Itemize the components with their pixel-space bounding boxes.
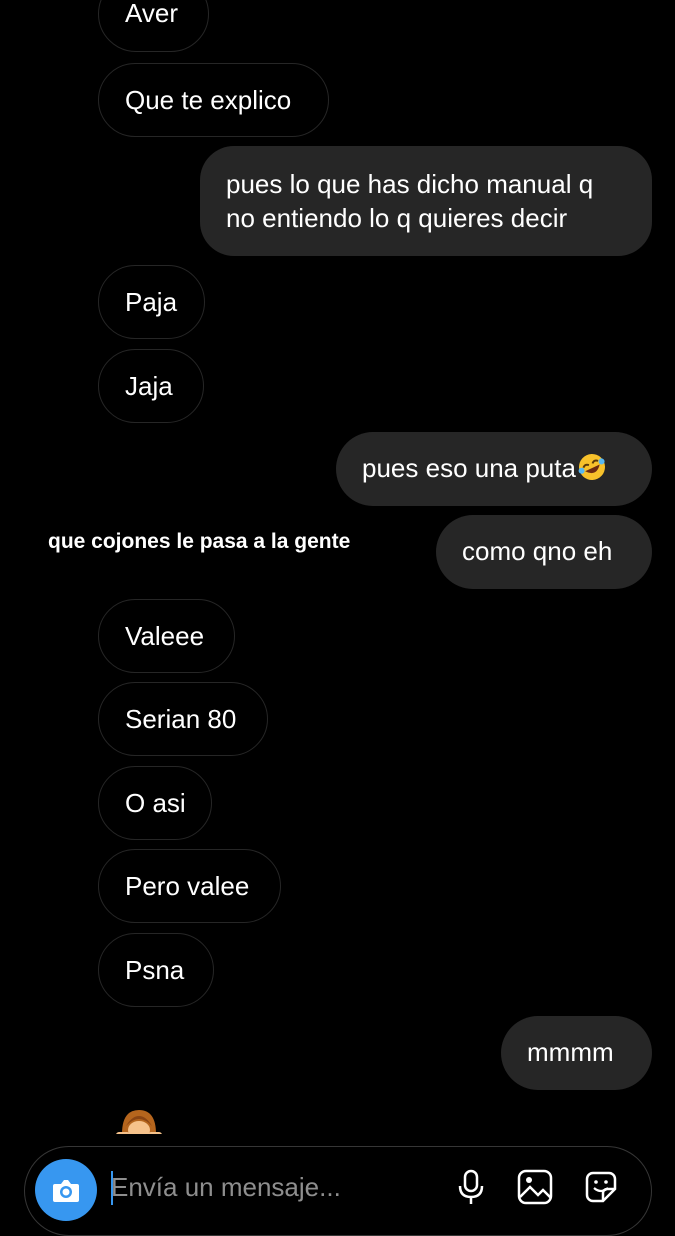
message-bubble-incoming[interactable]: Valeee (98, 599, 235, 673)
message-input[interactable] (111, 1167, 441, 1207)
message-text: Paja (125, 287, 178, 317)
overlay-caption: que cojones le pasa a la gente (48, 530, 351, 553)
message-bubble-outgoing[interactable]: pues lo que has dicho manual q no entien… (200, 146, 652, 256)
sticker-icon[interactable] (581, 1167, 621, 1207)
message-text: Aver (125, 0, 178, 28)
message-text: pues eso una puta (362, 453, 576, 483)
message-bubble-incoming[interactable]: O asi (98, 766, 212, 840)
seen-avatar-icon (108, 1104, 170, 1134)
message-bubble-incoming[interactable]: Psna (98, 933, 214, 1007)
message-text: Serian 80 (125, 704, 237, 734)
message-bubble-outgoing[interactable]: pues eso una puta (336, 432, 652, 506)
message-text: Que te explico (125, 85, 292, 115)
message-text: pues lo que has dicho manual q no entien… (226, 169, 594, 233)
camera-button[interactable] (35, 1159, 97, 1221)
message-thread[interactable]: Aver Que te explico pues lo que has dich… (0, 0, 675, 1135)
message-text: O asi (125, 788, 186, 818)
message-bubble-incoming[interactable]: Jaja (98, 349, 204, 423)
message-bubble-incoming[interactable]: Aver (98, 0, 209, 52)
gallery-icon[interactable] (515, 1167, 555, 1207)
message-bubble-incoming[interactable]: Serian 80 (98, 682, 268, 756)
message-text: Pero valee (125, 871, 250, 901)
rolling-on-floor-laughing-emoji (577, 452, 607, 482)
message-text: Psna (125, 955, 185, 985)
camera-icon (53, 1180, 79, 1202)
message-bubble-incoming[interactable]: Pero valee (98, 849, 281, 923)
message-bubble-outgoing[interactable]: mmmm (501, 1016, 652, 1090)
message-composer (24, 1146, 652, 1236)
message-text: Jaja (125, 371, 173, 401)
message-bubble-incoming[interactable]: Paja (98, 265, 205, 339)
message-text: Valeee (125, 621, 205, 651)
message-bubble-outgoing[interactable]: como qno eh (436, 515, 652, 589)
microphone-icon[interactable] (451, 1167, 491, 1207)
message-text: mmmm (527, 1037, 614, 1067)
message-text: como qno eh (462, 536, 613, 566)
message-bubble-incoming[interactable]: Que te explico (98, 63, 329, 137)
